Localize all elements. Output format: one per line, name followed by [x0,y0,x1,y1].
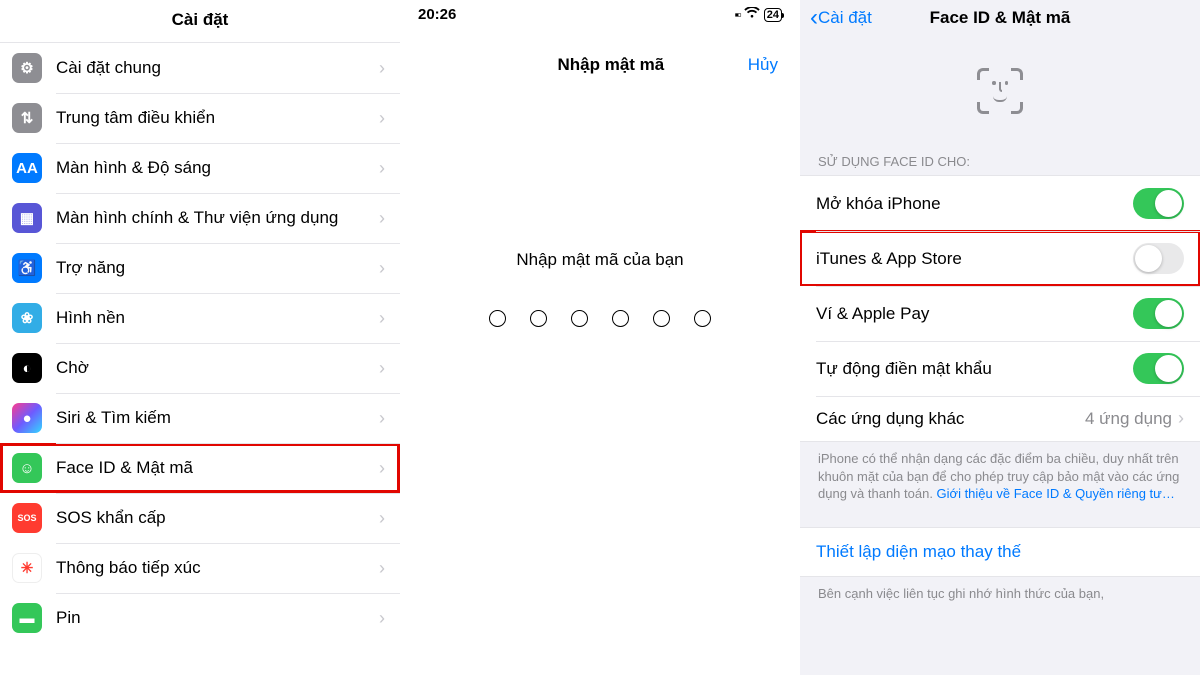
chevron-right-icon: › [379,58,385,79]
passcode-dot [530,310,547,327]
faceid-privacy-link[interactable]: Giới thiệu về Face ID & Quyền riêng tư… [937,486,1175,501]
toggle-label: Ví & Apple Pay [816,304,1133,324]
faceid-toggle-list: Mở khóa iPhone iTunes & App Store Ví & App… [800,175,1200,442]
settings-list-panel: Cài đặt ⚙Cài đặt chung›⇅Trung tâm điều k… [0,0,400,675]
toggle-label: iTunes & App Store [816,249,1133,269]
passcode-center: Nhập mật mã của bạn [400,250,800,327]
back-label: Cài đặt [818,8,872,28]
setup-alternate-appearance-button[interactable]: Thiết lập diện mạo thay thế [800,527,1200,577]
chevron-right-icon: › [379,308,385,329]
settings-row-wallpaper[interactable]: ❀ Hình nền› [0,293,400,343]
settings-row-faceid[interactable]: ☺ Face ID & Mật mã› [0,443,400,493]
other-apps-label: Các ứng dụng khác [816,409,1085,429]
faceid-footer: iPhone có thể nhận dạng các đặc điểm ba … [800,442,1200,517]
back-button[interactable]: ‹ Cài đặt [810,6,872,30]
faceid-toggle-row: Tự động điền mật khẩu [800,341,1200,396]
settings-row-brightness[interactable]: AA Màn hình & Độ sáng› [0,143,400,193]
gear-icon: ⚙ [12,53,42,83]
battery-icon: 24 [764,8,782,22]
faceid-nav: ‹ Cài đặt Face ID & Mật mã [800,0,1200,34]
settings-row-home-grid[interactable]: ▦ Màn hình chính & Thư viện ứng dụng› [0,193,400,243]
settings-title: Cài đặt [0,0,400,42]
passcode-dot [489,310,506,327]
toggle-switch[interactable] [1133,188,1184,219]
passcode-nav: Nhập mật mã Hủy [400,23,800,75]
siri-icon: ● [12,403,42,433]
passcode-dots[interactable] [489,310,711,327]
settings-row-label: Cài đặt chung [56,58,379,78]
faceid-icon: ☺ [12,453,42,483]
chevron-right-icon: › [379,158,385,179]
settings-row-toggles[interactable]: ⇅ Trung tâm điều khiển› [0,93,400,143]
chevron-right-icon: › [379,358,385,379]
settings-row-gear[interactable]: ⚙ Cài đặt chung› [0,43,400,93]
settings-group: ⚙Cài đặt chung›⇅Trung tâm điều khiển›AAM… [0,42,400,643]
settings-row-label: Pin [56,608,379,628]
status-icons: ▪▫ 24 [735,7,782,22]
passcode-dot [612,310,629,327]
settings-row-label: Siri & Tìm kiếm [56,408,379,428]
sos-icon: SOS [12,503,42,533]
settings-row-accessibility[interactable]: ♿ Trợ năng› [0,243,400,293]
settings-row-label: Màn hình chính & Thư viện ứng dụng [56,208,379,228]
toggle-switch[interactable] [1133,353,1184,384]
faceid-footer-2: Bên cạnh việc liên tục ghi nhớ hình thức… [800,577,1200,617]
passcode-prompt: Nhập mật mã của bạn [516,250,683,270]
chevron-right-icon: › [379,108,385,129]
settings-row-label: Thông báo tiếp xúc [56,558,379,578]
cancel-button[interactable]: Hủy [748,55,778,75]
passcode-dot [571,310,588,327]
faceid-icon [977,68,1023,114]
chevron-right-icon: › [379,258,385,279]
faceid-toggle-row: Mở khóa iPhone [800,176,1200,231]
accessibility-icon: ♿ [12,253,42,283]
passcode-dot [653,310,670,327]
chevron-right-icon: › [379,558,385,579]
chevron-right-icon: › [379,208,385,229]
faceid-settings-panel: ‹ Cài đặt Face ID & Mật mã SỬ DỤNG FACE … [800,0,1200,675]
settings-row-label: Màn hình & Độ sáng [56,158,379,178]
settings-row-label: Trung tâm điều khiển [56,108,379,128]
faceid-toggle-row: Ví & Apple Pay [800,286,1200,341]
settings-row-label: SOS khẩn cấp [56,508,379,528]
standby-icon: ◐ [12,353,42,383]
settings-row-label: Face ID & Mật mã [56,458,379,478]
settings-row-label: Hình nền [56,308,379,328]
toggle-switch[interactable] [1133,298,1184,329]
status-bar: 20:26 ▪▫ 24 [400,0,800,23]
chevron-right-icon: › [379,608,385,629]
other-apps-row[interactable]: Các ứng dụng khác4 ứng dụng › [800,396,1200,441]
chevron-left-icon: ‹ [810,6,818,30]
cellular-icon: ▪▫ [735,7,740,22]
settings-row-battery[interactable]: ▬ Pin› [0,593,400,643]
other-apps-detail: 4 ứng dụng [1085,409,1172,429]
toggle-label: Tự động điền mật khẩu [816,359,1133,379]
exposure-icon: ✳ [12,553,42,583]
passcode-panel: 20:26 ▪▫ 24 Nhập mật mã Hủy Nhập mật mã … [400,0,800,675]
toggle-switch[interactable] [1133,243,1184,274]
wallpaper-icon: ❀ [12,303,42,333]
battery-icon: ▬ [12,603,42,633]
settings-row-exposure[interactable]: ✳ Thông báo tiếp xúc› [0,543,400,593]
faceid-hero [800,34,1200,132]
settings-row-siri[interactable]: ● Siri & Tìm kiếm› [0,393,400,443]
settings-row-label: Chờ [56,358,379,378]
chevron-right-icon: › [379,508,385,529]
passcode-title: Nhập mật mã [558,55,665,75]
chevron-right-icon: › [379,458,385,479]
passcode-dot [694,310,711,327]
brightness-icon: AA [12,153,42,183]
toggle-label: Mở khóa iPhone [816,194,1133,214]
settings-row-label: Trợ năng [56,258,379,278]
chevron-right-icon: › [379,408,385,429]
settings-row-standby[interactable]: ◐ Chờ› [0,343,400,393]
status-time: 20:26 [418,6,456,23]
toggles-icon: ⇅ [12,103,42,133]
section-header-use-faceid: SỬ DỤNG FACE ID CHO: [800,132,1200,175]
faceid-toggle-row: iTunes & App Store [800,231,1200,286]
wifi-icon [744,7,760,22]
chevron-right-icon: › [1178,408,1184,429]
home-grid-icon: ▦ [12,203,42,233]
settings-row-sos[interactable]: SOS SOS khẩn cấp› [0,493,400,543]
